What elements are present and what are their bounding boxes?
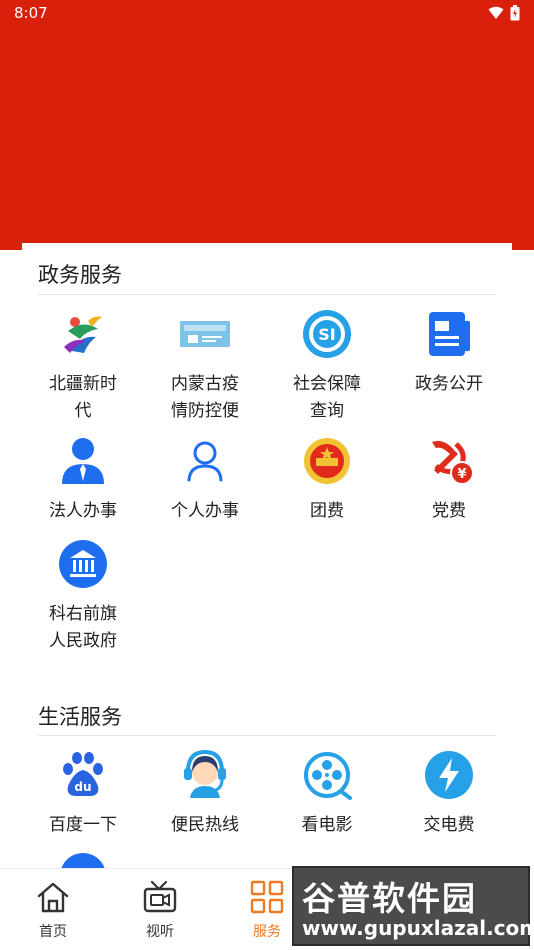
service-label-line1: 北疆新时	[49, 374, 117, 394]
gov-services-title: 政务服务	[38, 263, 122, 287]
watermark-url: www.gupuxlazal.com	[302, 916, 534, 940]
home-icon	[37, 882, 69, 913]
battery-icon	[510, 5, 520, 21]
service-baidu[interactable]: du 百度一下	[22, 750, 144, 839]
service-electricity[interactable]: 交电费	[388, 750, 510, 839]
nav-media[interactable]: 视听	[120, 879, 200, 941]
service-epidemic[interactable]: 内蒙古疫 情防控便	[144, 309, 266, 425]
service-label-line1: 交电费	[423, 815, 475, 835]
service-movie[interactable]: 看电影	[266, 750, 388, 839]
service-label-line1: 百度一下	[49, 815, 117, 835]
film-reel-icon	[304, 752, 352, 800]
document-icon	[429, 312, 470, 356]
service-label-line1: 团费	[310, 501, 344, 521]
service-label-line1: 政务公开	[415, 374, 483, 394]
youth-league-icon	[304, 438, 350, 484]
service-label-line2: 情防控便	[171, 401, 239, 421]
service-label-line1: 个人办事	[171, 501, 239, 521]
service-league-fee[interactable]: 团费	[266, 436, 388, 525]
government-building-icon	[59, 540, 107, 588]
nav-label: 首页	[39, 924, 67, 940]
epidemic-card-icon	[180, 321, 230, 347]
gov-services-divider	[38, 294, 496, 295]
status-icons	[488, 5, 520, 21]
app-screen: 8:07 政务服务 北疆新时 代 内蒙古疫 情防控便 SI 社会保障 查询 政务…	[0, 0, 534, 950]
service-social-security[interactable]: SI 社会保障 查询	[266, 309, 388, 425]
service-label-line1: 科右前旗	[49, 604, 117, 624]
header-banner	[0, 0, 534, 250]
svg-text:du: du	[74, 780, 91, 794]
nav-home[interactable]: 首页	[13, 879, 93, 941]
service-beijiang[interactable]: 北疆新时 代	[22, 309, 144, 425]
life-services-title: 生活服务	[38, 705, 122, 729]
person-icon	[187, 441, 223, 482]
watermark-title: 谷普软件园	[302, 879, 477, 918]
hotline-headset-icon	[184, 750, 226, 798]
svg-text:¥: ¥	[457, 467, 466, 482]
service-label-line2: 代	[74, 401, 92, 421]
service-label-line1: 党费	[432, 501, 466, 521]
grid-icon	[250, 880, 284, 914]
status-time: 8:07	[14, 4, 48, 22]
service-label-line1: 法人办事	[49, 501, 117, 521]
service-label-line1: 看电影	[301, 815, 353, 835]
ribbon-logo-icon	[64, 316, 102, 353]
service-hotline[interactable]: 便民热线	[144, 750, 266, 839]
life-services-divider	[38, 735, 496, 736]
svg-text:SI: SI	[318, 325, 335, 344]
tv-video-icon	[143, 880, 177, 913]
service-label-line2: 查询	[310, 401, 344, 421]
service-label-line1: 内蒙古疫	[171, 374, 239, 394]
service-label-line1: 便民热线	[171, 815, 239, 835]
service-gov-disclosure[interactable]: 政务公开	[388, 309, 510, 398]
service-keyouqianqi-gov[interactable]: 科右前旗 人民政府	[22, 539, 144, 655]
legal-person-icon	[62, 438, 104, 484]
service-party-fee[interactable]: ¥ 党费	[388, 436, 510, 525]
service-label-line1: 社会保障	[293, 374, 361, 394]
social-security-icon: SI	[303, 310, 351, 358]
services-card: 政务服务 北疆新时 代 内蒙古疫 情防控便 SI 社会保障 查询 政务公开 法人…	[22, 243, 512, 883]
status-bar: 8:07	[0, 0, 534, 28]
service-personal[interactable]: 个人办事	[144, 436, 266, 525]
wifi-icon	[488, 6, 504, 19]
service-legal-person[interactable]: 法人办事	[22, 436, 144, 525]
party-fee-icon: ¥	[432, 441, 474, 485]
watermark: 谷普软件园 www.gupuxlazal.com	[292, 866, 534, 946]
nav-label: 视听	[146, 924, 174, 940]
service-label-line2: 人民政府	[49, 631, 117, 651]
baidu-paw-icon: du	[63, 752, 103, 796]
lightning-icon	[425, 751, 473, 799]
